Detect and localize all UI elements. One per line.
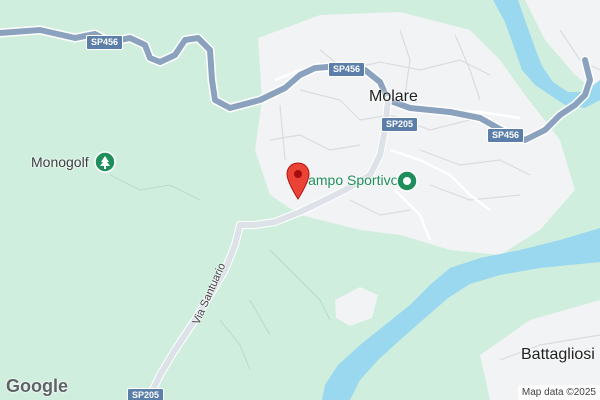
road-shield-sp456: SP456 [328, 62, 366, 77]
village-label-battagliosi[interactable]: Battagliosi [521, 346, 595, 364]
golf-park-icon[interactable] [94, 151, 116, 178]
map-attribution[interactable]: Map data ©2025 [517, 385, 600, 400]
road-shield-sp205: SP205 [381, 117, 419, 132]
road-shield-sp456: SP456 [487, 128, 525, 143]
urban-patch [335, 287, 378, 326]
road-shield-sp456: SP456 [86, 35, 124, 50]
location-pin-icon[interactable] [286, 162, 310, 205]
poi-label-monogolf[interactable]: Monogolf [31, 154, 89, 170]
map-view[interactable]: SP456 SP456 SP456 SP205 SP205 Via Santua… [0, 0, 600, 400]
town-label-molare[interactable]: Molare [369, 88, 418, 106]
google-logo[interactable]: Google [6, 376, 68, 397]
road-shield-sp205: SP205 [127, 388, 165, 400]
poi-label-campo-sportivo[interactable]: Campo Sportivo [298, 172, 398, 188]
sports-field-icon[interactable] [396, 170, 418, 197]
